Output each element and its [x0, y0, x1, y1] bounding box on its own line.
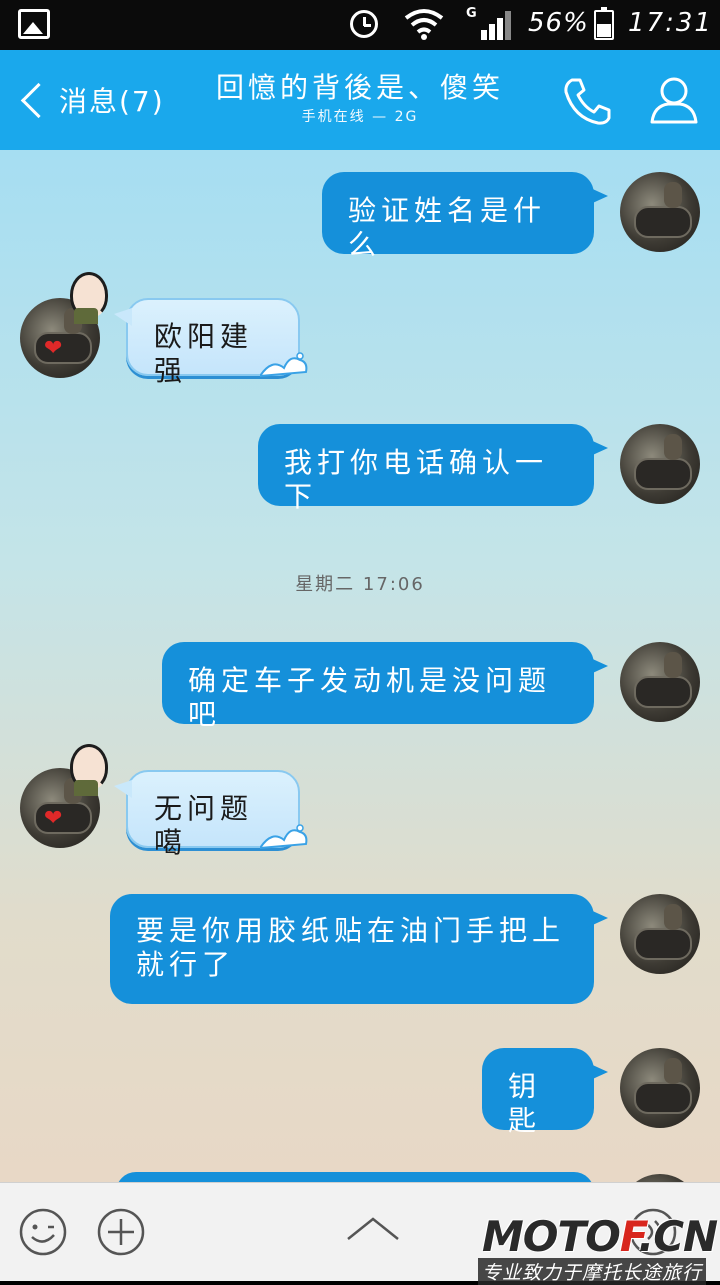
chat-message-list[interactable]: 验证姓名是什么 ❤ 欧阳建强 我打你电话确认一下 星期二 17:06 确定车子发… [0, 150, 720, 1182]
message-timestamp: 星期二 17:06 [295, 574, 425, 595]
back-label: 消息(7) [59, 85, 165, 118]
message-text: 欧阳建强 [154, 320, 254, 387]
emoji-icon[interactable] [18, 1207, 68, 1257]
message-text: 确定车子发动机是没问题吧 [188, 664, 552, 731]
message-text: 要是你用胶纸贴在油门手把上就行了 [136, 914, 566, 981]
wave-decoration-icon [260, 824, 308, 850]
message-bubble-outgoing[interactable]: 要是你用胶纸贴在油门手把上就行了 [110, 894, 608, 1004]
message-bubble-incoming[interactable]: 无问题噶 [114, 770, 308, 859]
battery-fill [597, 24, 611, 37]
chevron-up-icon[interactable] [346, 1213, 400, 1243]
site-watermark: MOTOF.CN 专业致力于摩托长途旅行 [476, 1212, 720, 1285]
wifi-icon [404, 9, 444, 40]
my-avatar[interactable] [620, 642, 700, 722]
watermark-tagline: 专业致力于摩托长途旅行 [478, 1258, 707, 1285]
network-type-label: G [466, 6, 477, 21]
chat-header: 消息(7) 回憶的背後是、傻笑 手机在线 — 2G [0, 50, 720, 150]
phone-icon[interactable] [560, 76, 612, 126]
battery-icon [594, 7, 614, 40]
gallery-notification-icon [18, 9, 50, 39]
message-text: 无问题噶 [154, 792, 254, 859]
message-bubble-outgoing[interactable]: 我打你电话确认一下 [258, 424, 608, 513]
wave-decoration-icon [260, 352, 308, 378]
my-avatar[interactable] [620, 1048, 700, 1128]
message-bubble-outgoing-partial[interactable] [116, 1172, 594, 1182]
chevron-left-icon [20, 82, 57, 118]
avatar-sticker [64, 740, 108, 796]
message-bubble-outgoing[interactable]: 验证姓名是什么 [322, 172, 608, 261]
profile-icon[interactable] [648, 74, 700, 126]
status-bar: G 56% 17:31 [0, 0, 720, 50]
status-time: 17:31 [628, 8, 713, 38]
avatar-sticker [64, 268, 108, 324]
my-avatar[interactable] [620, 894, 700, 974]
watermark-logo: MOTOF.CN [482, 1212, 718, 1261]
my-avatar[interactable] [620, 172, 700, 252]
back-button[interactable]: 消息(7) [16, 76, 166, 124]
signal-strength-icon [481, 11, 511, 40]
my-avatar[interactable] [620, 1174, 700, 1182]
alarm-icon [350, 10, 378, 38]
message-bubble-outgoing[interactable]: 钥匙 [482, 1048, 608, 1137]
message-bubble-incoming[interactable]: 欧阳建强 [114, 298, 308, 387]
message-text: 验证姓名是什么 [348, 194, 547, 261]
message-text: 钥匙 [508, 1070, 542, 1137]
chat-title[interactable]: 回憶的背後是、傻笑 手机在线 — 2G [200, 68, 520, 126]
battery-percent: 56% [528, 8, 589, 38]
contact-name: 回憶的背後是、傻笑 [215, 71, 504, 104]
contact-status: 手机在线 — 2G [301, 109, 419, 125]
message-bubble-outgoing[interactable]: 确定车子发动机是没问题吧 [162, 642, 608, 731]
message-text: 我打你电话确认一下 [284, 446, 549, 513]
my-avatar[interactable] [620, 424, 700, 504]
plus-icon[interactable] [96, 1207, 146, 1257]
